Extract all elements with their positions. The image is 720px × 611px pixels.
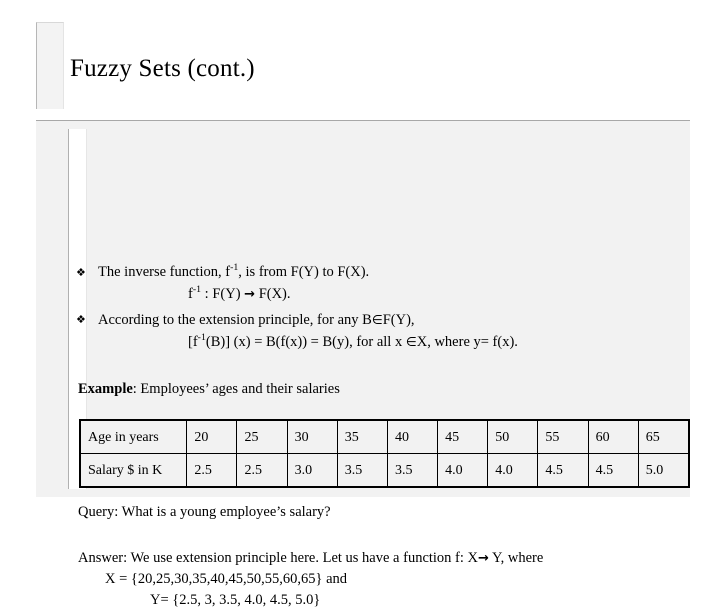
salary-cell: 2.5 xyxy=(236,453,288,488)
diamond-bullet-icon: ❖ xyxy=(76,266,86,279)
salary-cell: 3.5 xyxy=(336,453,388,488)
salary-cell: 4.5 xyxy=(537,453,589,488)
age-cell: 35 xyxy=(336,419,388,454)
example-description: : Employees’ ages and their salaries xyxy=(132,381,340,397)
content-body: ❖ The inverse function, f-1, is from F(Y… xyxy=(58,121,690,608)
age-cell: 30 xyxy=(286,419,338,454)
age-cell: 60 xyxy=(587,419,639,454)
bullet-text-before: The inverse function, f xyxy=(98,264,231,280)
superscript-exponent: -1 xyxy=(192,284,202,296)
salary-cell: 5.0 xyxy=(637,453,690,488)
bullet-item-inverse-function: ❖ The inverse function, f-1, is from F(Y… xyxy=(76,263,369,282)
salary-cell: 4.0 xyxy=(437,453,489,488)
salary-cell: 4.0 xyxy=(487,453,539,488)
answer-line-3-range-set: Y= {2.5, 3, 3.5, 4.0, 4.5, 5.0} xyxy=(150,592,321,608)
salary-cell: 2.5 xyxy=(186,453,238,488)
element-of-symbol: ∈ xyxy=(371,312,383,327)
table-row: Salary $ in K 2.5 2.5 3.0 3.5 3.5 4.0 4.… xyxy=(79,453,690,488)
title-accent-bar xyxy=(36,22,64,109)
bullet-item-extension-principle: ❖ According to the extension principle, … xyxy=(76,310,415,330)
age-salary-table: Age in years 20 25 30 35 40 45 50 55 60 … xyxy=(79,419,690,488)
row-label-age: Age in years xyxy=(79,419,188,454)
example-caption: Example: Employees’ ages and their salar… xyxy=(78,380,340,399)
element-of-symbol: ∈ xyxy=(405,334,417,349)
age-cell: 25 xyxy=(236,419,288,454)
age-cell: 40 xyxy=(386,419,439,454)
formula-extension-principle: [f-1(B)] (x) = B(f(x)) = B(y), for all x… xyxy=(188,332,518,352)
bullet-text-before: According to the extension principle, fo… xyxy=(98,312,372,328)
bullet-text-after: F(Y), xyxy=(382,312,415,328)
example-label: Example xyxy=(78,381,133,397)
answer-line-1-after: Y, where xyxy=(488,550,544,566)
formula-inverse-mapping: f-1 : F(Y) → F(X). xyxy=(188,285,291,304)
query-text: Query: What is a young employee’s salary… xyxy=(78,504,331,520)
formula-mid: : F(Y) xyxy=(201,286,245,302)
age-cell: 55 xyxy=(537,419,589,454)
formula-prefix: [f xyxy=(188,334,198,350)
answer-line-1-before: Answer: We use extension principle here.… xyxy=(78,550,479,566)
salary-cell: 3.0 xyxy=(286,453,338,488)
answer-line-2-domain-set: X = {20,25,30,35,40,45,50,55,60,65} and xyxy=(105,571,348,587)
salary-cell: 3.5 xyxy=(386,453,439,488)
formula-mid: (B)] (x) = B(f(x)) = B(y), for all x xyxy=(205,334,406,350)
right-arrow-icon: → xyxy=(244,287,256,302)
bullet-text: According to the extension principle, fo… xyxy=(98,310,415,330)
formula-suffix: X, where y= f(x). xyxy=(416,334,518,350)
table-row: Age in years 20 25 30 35 40 45 50 55 60 … xyxy=(79,419,690,454)
content-panel: ❖ The inverse function, f-1, is from F(Y… xyxy=(36,120,690,608)
superscript-exponent: -1 xyxy=(197,332,206,344)
answer-line-1: Answer: We use extension principle here.… xyxy=(78,548,543,569)
salary-cell: 4.5 xyxy=(587,453,639,488)
answer-block: Answer: We use extension principle here.… xyxy=(78,548,543,611)
diamond-bullet-icon: ❖ xyxy=(76,313,86,326)
age-cell: 20 xyxy=(186,419,238,454)
age-cell: 45 xyxy=(437,419,489,454)
page-title: Fuzzy Sets (cont.) xyxy=(70,55,255,82)
age-cell: 50 xyxy=(487,419,539,454)
row-label-salary: Salary $ in K xyxy=(79,453,188,488)
slide-title-area: Fuzzy Sets (cont.) xyxy=(0,0,720,118)
bullet-text: The inverse function, f-1, is from F(Y) … xyxy=(98,263,369,282)
age-cell: 65 xyxy=(637,419,690,454)
right-arrow-icon: → xyxy=(478,551,489,566)
bullet-text-after: , is from F(Y) to F(X). xyxy=(238,264,370,280)
formula-suffix: F(X). xyxy=(255,286,291,302)
